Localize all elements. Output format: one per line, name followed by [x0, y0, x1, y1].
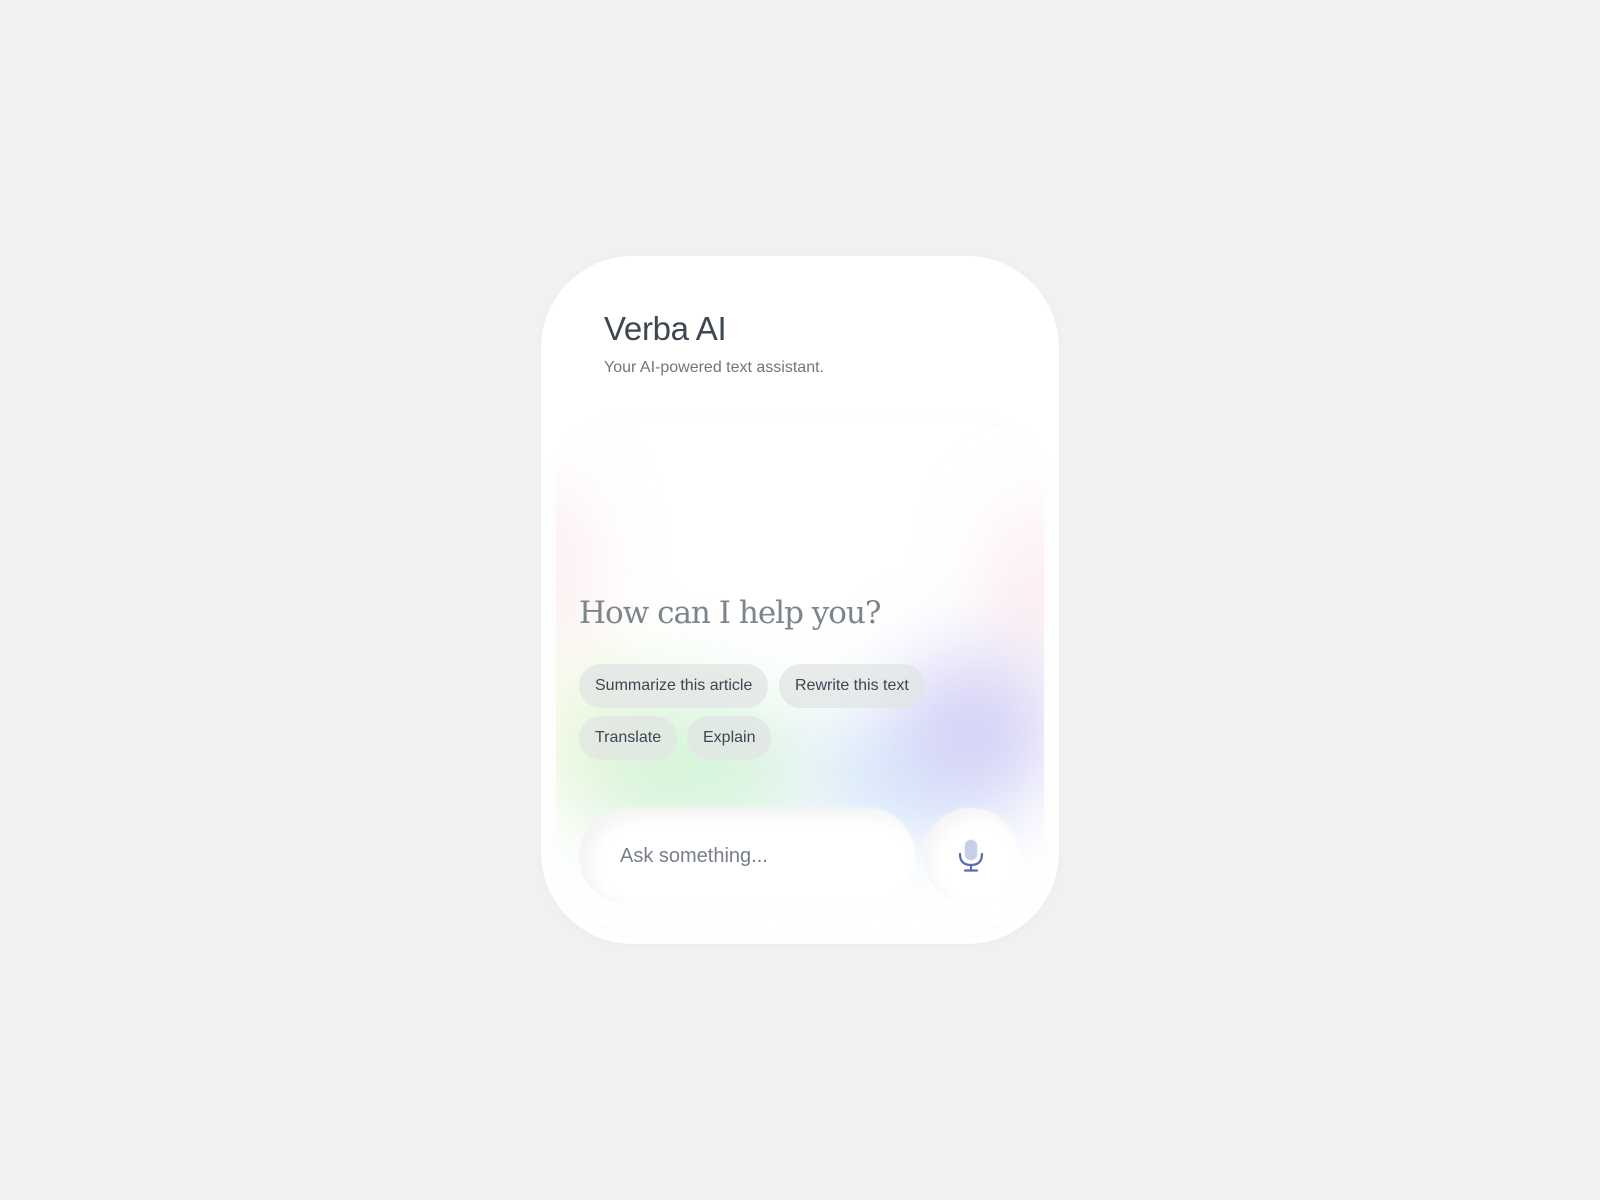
help-headline: How can I help you? [579, 595, 882, 631]
ask-input[interactable] [620, 844, 890, 868]
gradient-glow [556, 484, 576, 654]
suggestion-chip-explain[interactable]: Explain [687, 716, 772, 760]
chat-panel: How can I help you? Summarize this artic… [556, 424, 1044, 928]
suggestion-chip-translate[interactable]: Translate [579, 716, 678, 760]
app-subtitle: Your AI-powered text assistant. [604, 359, 824, 376]
microphone-icon [958, 839, 984, 872]
suggestion-chip-summarize[interactable]: Summarize this article [579, 664, 769, 708]
suggestion-chip-rewrite[interactable]: Rewrite this text [779, 664, 925, 708]
mic-button[interactable] [923, 808, 1019, 904]
gradient-glow [1004, 504, 1044, 674]
page-stage: Verba AI Your AI-powered text assistant.… [0, 0, 1600, 1200]
app-title: Verba AI [604, 310, 727, 347]
assistant-card: Verba AI Your AI-powered text assistant.… [541, 256, 1059, 944]
ask-input-container[interactable] [579, 808, 915, 904]
